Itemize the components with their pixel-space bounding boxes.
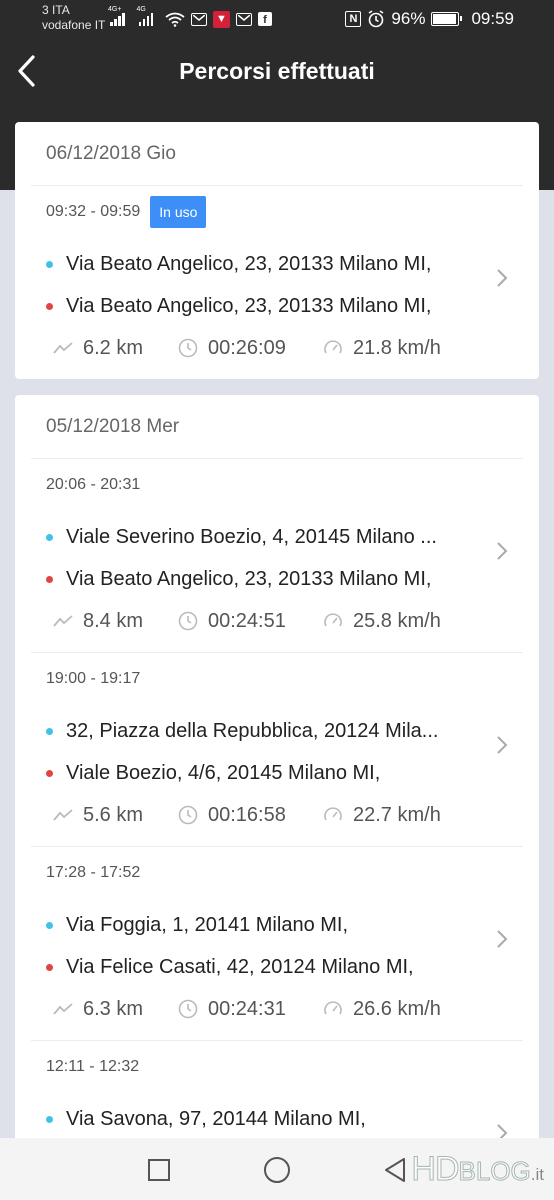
recent-apps-button[interactable] [144, 1155, 174, 1185]
signal-icon: 4G+ [108, 6, 125, 26]
end-dot-icon [46, 575, 53, 583]
trip-distance: 6.3 km [83, 997, 144, 1020]
network-type-2: 4G [136, 6, 146, 13]
trip-time: 19:00 - 19:17 [46, 670, 141, 687]
end-dot-icon [46, 769, 53, 777]
chevron-right-icon [497, 269, 508, 287]
clock-icon [178, 999, 198, 1019]
trip-distance: 6.2 km [83, 336, 144, 359]
start-address: Via Beato Angelico, 23, 20133 Milano MI, [46, 249, 486, 279]
trip-day-card: 06/12/2018 Gio 09:32 - 09:59 In uso Via … [15, 122, 539, 379]
carrier-line-2: vodafone IT [42, 18, 106, 32]
battery-icon [431, 12, 463, 26]
chevron-right-icon [497, 736, 508, 754]
start-address: Viale Severino Boezio, 4, 20145 Milano .… [46, 522, 486, 552]
end-address: Via Beato Angelico, 23, 20133 Milano MI, [46, 564, 486, 594]
status-icons-left: 4G+ 4G ▼ f [108, 6, 272, 29]
home-button[interactable] [262, 1155, 292, 1185]
trip-speed: 25.8 km/h [353, 609, 441, 632]
trip-duration: 00:24:31 [208, 997, 286, 1020]
network-type-1: 4G+ [108, 6, 122, 13]
facebook-icon: f [258, 12, 272, 26]
start-dot-icon [46, 1115, 53, 1123]
start-dot-icon [46, 921, 53, 929]
trip-item[interactable]: 20:06 - 20:31 Viale Severino Boezio, 4, … [31, 459, 523, 653]
end-dot-icon [46, 302, 53, 310]
start-address: Via Foggia, 1, 20141 Milano MI, [46, 910, 486, 940]
square-icon [148, 1159, 170, 1181]
alarm-icon [368, 10, 384, 28]
status-bar: 3 ITA vodafone IT 4G+ 4G ▼ f N 96% 09:59 [0, 0, 554, 40]
trend-line-icon [53, 615, 73, 627]
chevron-right-icon [497, 542, 508, 560]
hdblog-watermark: HD BLOG .it [411, 1150, 544, 1189]
trip-stats: 6.2 km 00:26:09 21.8 km/h [53, 333, 441, 363]
clock-icon [178, 338, 198, 358]
carrier-line-1: 3 ITA [42, 3, 70, 17]
start-address: 32, Piazza della Repubblica, 20124 Mila.… [46, 716, 486, 746]
trip-speed: 26.6 km/h [353, 997, 441, 1020]
in-use-badge: In uso [150, 196, 207, 228]
speedometer-icon [324, 807, 342, 821]
clock-time: 09:59 [471, 9, 514, 28]
speedometer-icon [324, 340, 342, 354]
trend-line-icon [53, 1003, 73, 1015]
trip-item[interactable]: 19:00 - 19:17 32, Piazza della Repubblic… [31, 653, 523, 847]
day-date: 05/12/2018 Mer [31, 395, 523, 459]
day-date: 06/12/2018 Gio [31, 122, 523, 186]
triangle-back-icon [385, 1158, 405, 1182]
back-nav-button[interactable] [380, 1155, 410, 1185]
trip-stats: 8.4 km 00:24:51 25.8 km/h [53, 606, 441, 636]
mail-icon [191, 12, 207, 26]
carrier-info: 3 ITA vodafone IT [42, 3, 105, 33]
battery-percent: 96% [391, 9, 426, 28]
trip-distance: 5.6 km [83, 803, 144, 826]
trip-time: 17:28 - 17:52 [46, 864, 141, 881]
signal-icon: 4G [137, 6, 153, 26]
status-icons-right: N 96% 09:59 [345, 8, 514, 30]
end-dot-icon [46, 963, 53, 971]
trip-item[interactable]: 09:32 - 09:59 In uso Via Beato Angelico,… [31, 186, 523, 380]
trend-line-icon [53, 809, 73, 821]
start-dot-icon [46, 260, 53, 268]
wifi-icon [165, 12, 185, 27]
end-address: Via Felice Casati, 42, 20124 Milano MI, [46, 952, 486, 982]
app-notification-icon: ▼ [213, 10, 230, 28]
circle-icon [264, 1157, 290, 1183]
clock-icon [178, 805, 198, 825]
page-title: Percorsi effettuati [179, 58, 375, 84]
nfc-icon: N [345, 11, 362, 27]
trip-time: 20:06 - 20:31 [46, 476, 141, 493]
trip-speed: 22.7 km/h [353, 803, 441, 826]
start-dot-icon [46, 533, 53, 541]
trip-stats: 6.3 km 00:24:31 26.6 km/h [53, 994, 441, 1024]
start-dot-icon [46, 727, 53, 735]
chevron-right-icon [497, 930, 508, 948]
end-address: Viale Boezio, 4/6, 20145 Milano MI, [46, 758, 486, 788]
trip-day-card: 05/12/2018 Mer 20:06 - 20:31 Viale Sever… [15, 395, 539, 1155]
end-address: Via Beato Angelico, 23, 20133 Milano MI, [46, 291, 486, 321]
trip-distance: 8.4 km [83, 609, 144, 632]
trip-duration: 00:16:58 [208, 803, 286, 826]
trip-stats: 5.6 km 00:16:58 22.7 km/h [53, 800, 441, 830]
trip-time: 09:32 - 09:59 [46, 203, 141, 220]
trip-speed: 21.8 km/h [353, 336, 441, 359]
clock-icon [178, 611, 198, 631]
speedometer-icon [324, 613, 342, 627]
gmail-icon [236, 12, 252, 26]
trip-duration: 00:26:09 [208, 336, 286, 359]
start-address: Via Savona, 97, 20144 Milano MI, [46, 1104, 486, 1134]
speedometer-icon [324, 1001, 342, 1015]
trip-time: 12:11 - 12:32 [46, 1058, 140, 1075]
trend-line-icon [53, 342, 73, 354]
trip-duration: 00:24:51 [208, 609, 286, 632]
trip-item[interactable]: 17:28 - 17:52 Via Foggia, 1, 20141 Milan… [31, 847, 523, 1041]
